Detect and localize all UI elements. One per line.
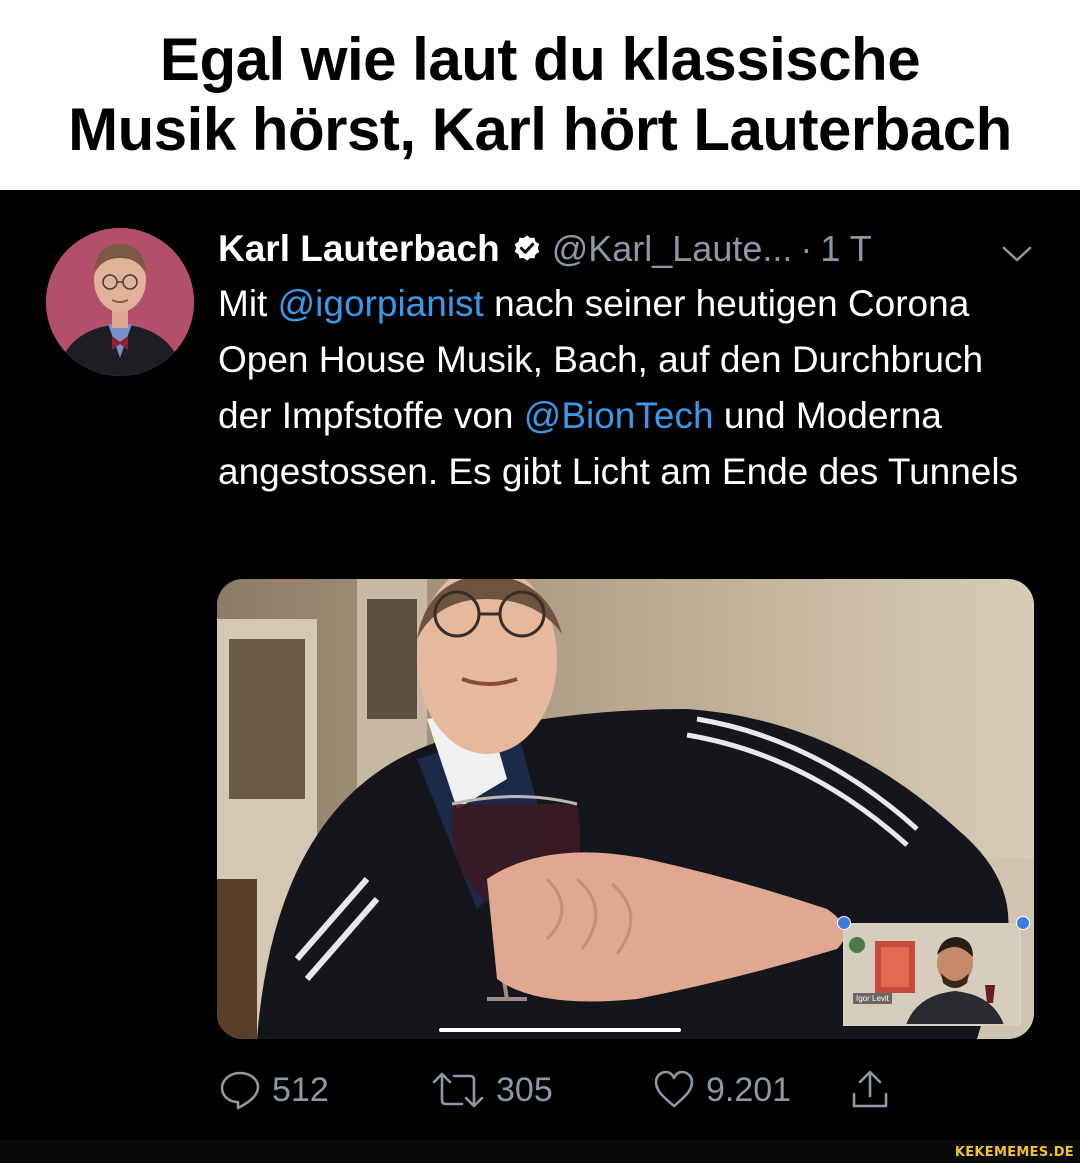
retweet-button[interactable]: 305: [430, 1060, 553, 1120]
mention-igorpianist[interactable]: @igorpianist: [278, 283, 484, 324]
mention-biontech[interactable]: @BionTech: [524, 395, 714, 436]
heart-icon: [654, 1070, 694, 1108]
share-button[interactable]: [850, 1060, 900, 1120]
avatar-portrait: [46, 228, 194, 376]
tweet-header: Karl Lauterbach @Karl_Laute... · 1 T: [218, 224, 872, 274]
avatar[interactable]: [46, 228, 194, 376]
chevron-down-icon[interactable]: [1000, 244, 1034, 264]
retweet-count: 305: [496, 1070, 553, 1109]
tweet-video[interactable]: Igor Levit: [217, 579, 1034, 1039]
share-icon: [852, 1070, 888, 1108]
video-call-thumbnail-image: [845, 925, 1019, 1024]
caption-line-2: Musik hörst, Karl hört Lauterbach: [68, 96, 1012, 163]
reply-button[interactable]: 512: [218, 1060, 329, 1120]
video-call-control-dot[interactable]: [1016, 916, 1030, 930]
timestamp[interactable]: 1 T: [820, 228, 871, 270]
handle[interactable]: @Karl_Laute...: [552, 228, 793, 270]
video-call-control-dot[interactable]: [837, 916, 851, 930]
reply-icon: [220, 1071, 260, 1110]
watermark: KEKEMEMES.DE: [954, 1145, 1074, 1160]
like-button[interactable]: 9.201: [652, 1060, 791, 1120]
reply-count: 512: [272, 1070, 329, 1109]
verified-badge-icon: [514, 235, 539, 261]
like-count: 9.201: [706, 1070, 792, 1109]
video-call-name-label: Igor Levit: [853, 993, 892, 1004]
retweet-icon: [432, 1072, 484, 1108]
display-name[interactable]: Karl Lauterbach: [218, 228, 500, 270]
tweet-actions: 512 305 9.201: [218, 1060, 1038, 1120]
caption-line-1: Egal wie laut du klassische: [159, 26, 921, 93]
tweet-text: Mit @igorpianist nach seiner heutigen Co…: [218, 276, 1038, 500]
watermark-bar: [0, 1140, 1080, 1163]
tweet-text-part-1: Mit: [218, 283, 278, 324]
tweet[interactable]: Karl Lauterbach @Karl_Laute... · 1 T Mit…: [0, 190, 1080, 1140]
video-call-thumbnail[interactable]: Igor Levit: [843, 923, 1021, 1026]
separator-dot: ·: [800, 228, 813, 269]
meme-caption: Egal wie laut du klassische Musik hörst,…: [0, 0, 1080, 190]
video-progress-indicator[interactable]: [439, 1028, 681, 1032]
